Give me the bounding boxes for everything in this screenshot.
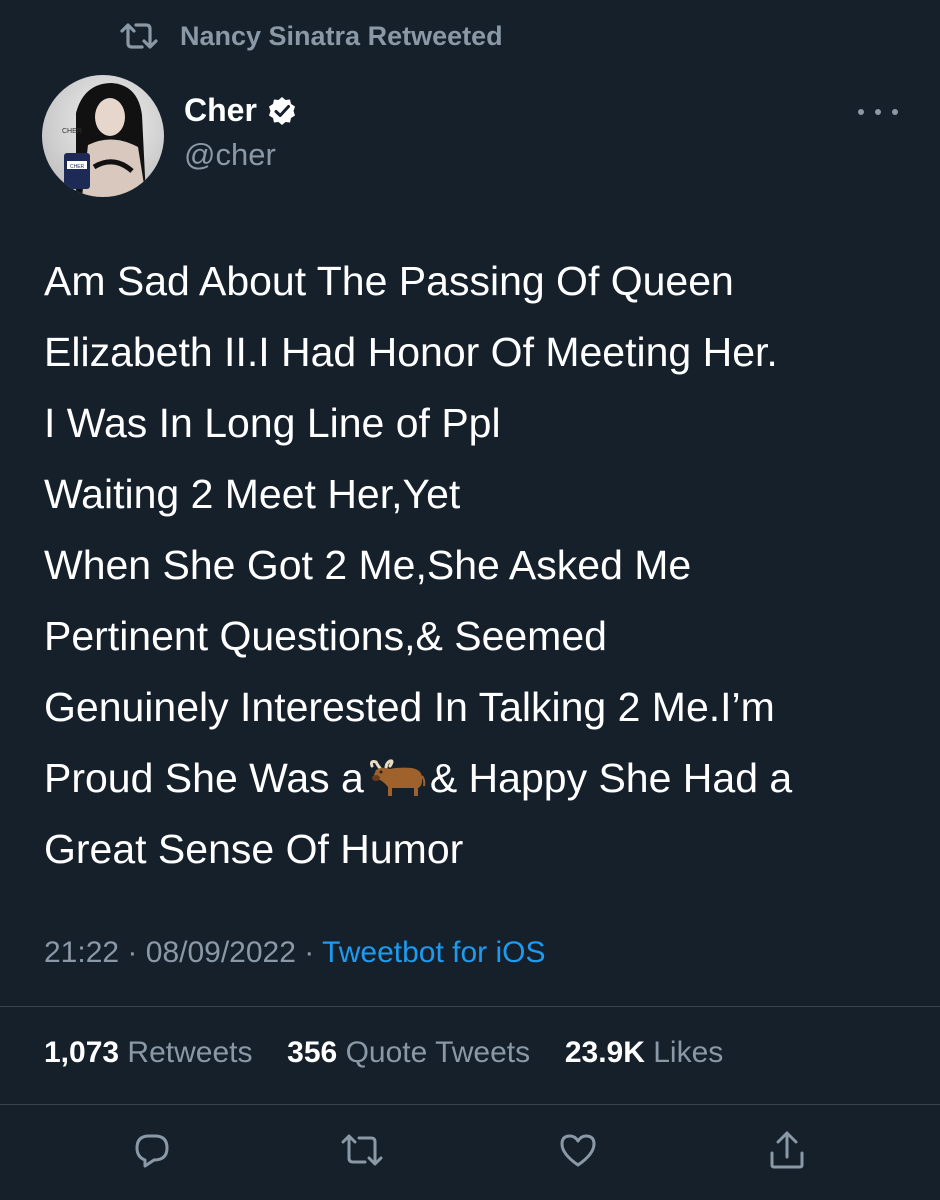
likes-stat[interactable]: 23.9K Likes <box>556 1036 723 1069</box>
tweet-line: Elizabeth II.I Had Honor Of Meeting Her. <box>44 329 778 375</box>
tweet-line: I Was In Long Line of Ppl <box>44 400 501 446</box>
ox-emoji-icon <box>368 749 426 820</box>
tweet-line: Great Sense Of Humor <box>44 826 464 872</box>
retweet-icon[interactable] <box>340 1128 384 1172</box>
dot <box>875 109 881 115</box>
tweet-time[interactable]: 21:22 <box>44 936 119 969</box>
reply-icon[interactable] <box>130 1128 174 1172</box>
avatar[interactable]: CHER CHER <box>42 75 164 197</box>
tweet-text-segment: Proud She Was a <box>44 755 364 801</box>
meta-separator: · <box>127 936 138 969</box>
meta-separator: · <box>304 936 315 969</box>
likes-count: 23.9K <box>564 1036 645 1069</box>
quotes-count: 356 <box>287 1036 338 1069</box>
retweet-context-label: Nancy Sinatra Retweeted <box>180 20 503 51</box>
likes-label: Likes <box>653 1036 724 1069</box>
retweets-count: 1,073 <box>44 1036 120 1069</box>
author-display-name: Cher <box>184 92 257 128</box>
dot <box>892 109 898 115</box>
tweet-stats: 1,073 Retweets 356 Quote Tweets 23.9K Li… <box>44 1036 723 1070</box>
tweet-line: Genuinely Interested In Talking 2 Me.I’m <box>44 684 775 730</box>
tweet-line: Am Sad About The Passing Of Queen <box>44 258 734 304</box>
quotes-stat[interactable]: 356 Quote Tweets <box>279 1036 539 1069</box>
retweet-context[interactable]: Nancy Sinatra Retweeted <box>120 16 503 56</box>
tweet-line-with-emoji: Proud She Was a & Happy She Had a <box>44 743 924 814</box>
author-name-row[interactable]: Cher <box>184 92 297 129</box>
client-link[interactable]: Tweetbot for iOS <box>322 936 545 969</box>
heart-icon[interactable] <box>556 1128 600 1172</box>
tweet-date[interactable]: 08/09/2022 <box>146 936 296 969</box>
tweet-line: Pertinent Questions,& Seemed <box>44 613 607 659</box>
retweets-stat[interactable]: 1,073 Retweets <box>44 1036 261 1069</box>
tweet-text-segment: & Happy She Had a <box>429 755 793 801</box>
retweets-label: Retweets <box>127 1036 253 1069</box>
quotes-label: Quote Tweets <box>345 1036 531 1069</box>
verified-badge-icon <box>267 96 297 126</box>
more-options-icon[interactable] <box>858 100 898 124</box>
tweet-line: When She Got 2 Me,She Asked Me <box>44 542 692 588</box>
author-handle[interactable]: @cher <box>184 137 276 173</box>
retweet-icon <box>120 21 158 51</box>
tweet-meta: 21:22 · 08/09/2022 · Tweetbot for iOS <box>44 936 546 970</box>
divider <box>0 1006 940 1007</box>
tweet-line: Waiting 2 Meet Her,Yet <box>44 471 461 517</box>
divider <box>0 1104 940 1105</box>
avatar-caption-1: CHER <box>62 128 82 135</box>
tweet-text: Am Sad About The Passing Of Queen Elizab… <box>44 246 924 885</box>
avatar-caption-2: CHER <box>70 164 85 170</box>
dot <box>858 109 864 115</box>
share-icon[interactable] <box>765 1128 809 1172</box>
